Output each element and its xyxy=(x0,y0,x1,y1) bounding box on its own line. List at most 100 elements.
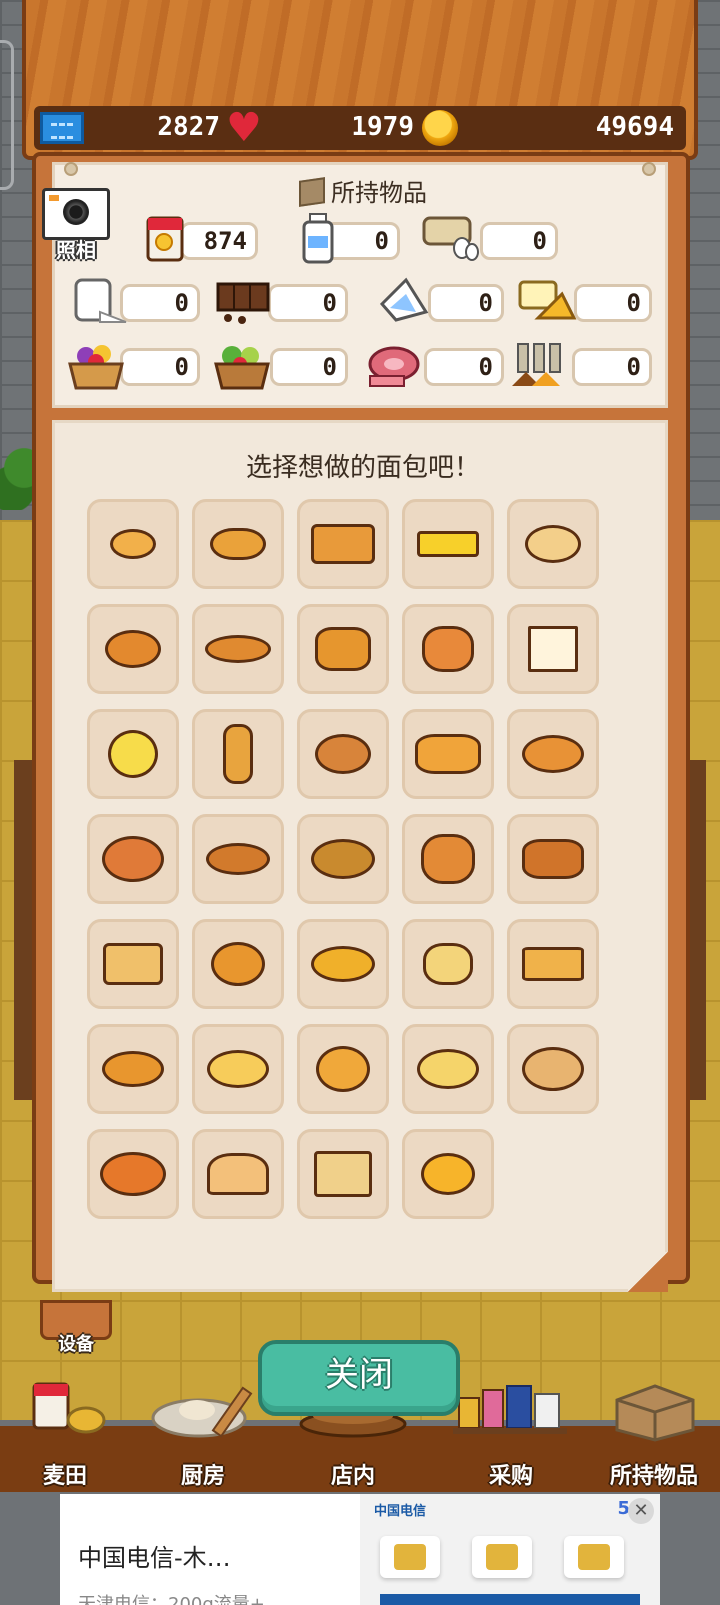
ring-bread-icon xyxy=(522,1047,584,1091)
vegetable-count: 0 xyxy=(270,348,348,386)
inventory-item-spices[interactable]: 0 xyxy=(510,343,652,388)
cream-icon xyxy=(379,277,429,322)
french-toast-icon xyxy=(103,943,163,985)
croissant-icon xyxy=(205,635,271,663)
inventory-item-meat[interactable]: 0 xyxy=(366,346,504,388)
coppe-bread-icon xyxy=(102,1051,164,1087)
curry-bread-icon xyxy=(311,839,375,879)
castella-icon xyxy=(417,531,479,557)
bagel-icon xyxy=(525,525,581,563)
inventory-item-milk[interactable]: 0 xyxy=(298,213,400,264)
ad-text-area[interactable]: 中国电信-木… 天津电信：200g流量+… xyxy=(60,1494,360,1605)
bread-slot-jam-danish[interactable] xyxy=(87,814,179,904)
sprinkle-donut-icon xyxy=(315,734,371,774)
anpan-icon xyxy=(421,1153,475,1195)
nav-wheat-field[interactable]: 麦田 xyxy=(10,1380,120,1490)
pastry-icon xyxy=(415,734,481,774)
meat-count: 0 xyxy=(424,348,504,386)
burger-icon xyxy=(423,943,473,985)
bread-slot-small-roll[interactable] xyxy=(87,499,179,589)
ad-close-icon[interactable]: ✕ xyxy=(628,1498,654,1524)
nav-label-wheat-field: 麦田 xyxy=(42,1464,87,1489)
bread-slot-pizza-bread[interactable] xyxy=(87,1129,179,1219)
bread-slot-bear-bread[interactable] xyxy=(402,814,494,904)
inventory-item-cream[interactable]: 0 xyxy=(376,277,504,324)
bread-slot-french-toast[interactable] xyxy=(87,919,179,1009)
bread-slot-toast-slices[interactable] xyxy=(297,1129,389,1219)
chocolate-icon xyxy=(216,282,270,324)
bread-slot-sandwich[interactable] xyxy=(507,604,599,694)
toast-slices-icon xyxy=(314,1151,372,1197)
pin-icon xyxy=(64,162,78,176)
inventory-item-flour[interactable]: 874 xyxy=(142,216,258,262)
bear-bread-icon xyxy=(421,834,475,884)
bread-slot-burger[interactable] xyxy=(402,919,494,1009)
nav-kitchen[interactable]: 厨房 xyxy=(140,1380,266,1490)
muffin-icon xyxy=(108,730,158,778)
fruit-count: 0 xyxy=(120,348,200,386)
bread-slot-butter-roll[interactable] xyxy=(192,499,284,589)
bread-slot-chocolate-roll[interactable] xyxy=(507,814,599,904)
bread-slot-round-bread[interactable] xyxy=(192,1024,284,1114)
kitchen-icon xyxy=(151,1386,253,1438)
fruit-basket-icon xyxy=(68,345,124,390)
inventory-item-fruit[interactable]: 0 xyxy=(66,345,200,390)
bread-slot-pastry[interactable] xyxy=(402,709,494,799)
bread-slot-anpan[interactable] xyxy=(402,1129,494,1219)
bread-slot-coppe-bread[interactable] xyxy=(87,1024,179,1114)
heart-count: 1979 xyxy=(351,112,414,142)
purchase-icon xyxy=(453,1385,567,1434)
camera-button[interactable] xyxy=(42,188,110,240)
bread-slot-curry-bread[interactable] xyxy=(297,814,389,904)
bread-slot-cream-bun[interactable] xyxy=(297,1024,389,1114)
inventory-item-eggs[interactable]: 0 xyxy=(420,216,558,262)
bread-slot-waffle[interactable] xyxy=(507,919,599,1009)
bread-slot-muffin[interactable] xyxy=(87,709,179,799)
bread-slot-kouglof[interactable] xyxy=(192,1129,284,1219)
side-frame xyxy=(0,40,14,190)
sandwich-icon xyxy=(528,626,578,672)
bread-slot-loaf[interactable] xyxy=(297,499,389,589)
close-button[interactable]: 关闭 xyxy=(258,1340,460,1416)
bread-slot-cream-roll[interactable] xyxy=(297,919,389,1009)
inventory-item-sugar[interactable]: 0 xyxy=(70,278,200,324)
bread-slot-donut[interactable] xyxy=(87,604,179,694)
loaf-icon xyxy=(311,524,375,564)
nav-purchase[interactable]: 采购 xyxy=(446,1380,576,1490)
inventory-item-vegetables[interactable]: 0 xyxy=(212,346,348,390)
nav-inventory[interactable]: 所持物品 xyxy=(596,1380,712,1490)
bread-slot-croissant[interactable] xyxy=(192,604,284,694)
bread-slot-pie[interactable] xyxy=(192,919,284,1009)
sugar-jar-icon xyxy=(74,278,127,323)
ad-image[interactable]: 中国电信 5 ✕ xyxy=(360,1494,660,1605)
bread-slot-castella[interactable] xyxy=(402,499,494,589)
sim-card-icon xyxy=(564,1536,624,1578)
ad-banner[interactable]: 中国电信-木… 天津电信：200g流量+… 中国电信 5 ✕ xyxy=(60,1494,660,1605)
inventory-item-butter[interactable]: 0 xyxy=(516,280,652,324)
bread-slot-baguette[interactable] xyxy=(192,709,284,799)
inventory-item-chocolate[interactable]: 0 xyxy=(214,282,348,324)
bread-slot-melon-bread[interactable] xyxy=(297,604,389,694)
pizza-bread-icon xyxy=(100,1152,166,1196)
bread-slot-bun[interactable] xyxy=(507,709,599,799)
chocolate-cornet-icon xyxy=(206,843,270,875)
cream-roll-icon xyxy=(311,946,375,982)
spices-icon xyxy=(512,343,561,386)
sim-card-icon xyxy=(472,1536,532,1578)
nav-label-kitchen: 厨房 xyxy=(180,1464,225,1489)
ticket-stat: 2827 xyxy=(34,106,226,150)
sugar-count: 0 xyxy=(120,284,200,322)
meat-icon xyxy=(368,346,420,387)
bread-slot-bagel[interactable] xyxy=(507,499,599,589)
bread-slot-sprinkle-donut[interactable] xyxy=(297,709,389,799)
bun-icon xyxy=(522,735,584,773)
inventory-title: 所持物品 xyxy=(55,173,671,208)
sim-card-icon xyxy=(380,1536,440,1578)
bread-slot-cheese-bread[interactable] xyxy=(402,1024,494,1114)
melon-bread-icon xyxy=(315,627,371,671)
box-icon xyxy=(299,177,325,207)
bread-slot-ring-bread[interactable] xyxy=(507,1024,599,1114)
ad-blue-strip xyxy=(380,1594,640,1605)
bread-slot-bunny-bread[interactable] xyxy=(402,604,494,694)
bread-slot-chocolate-cornet[interactable] xyxy=(192,814,284,904)
